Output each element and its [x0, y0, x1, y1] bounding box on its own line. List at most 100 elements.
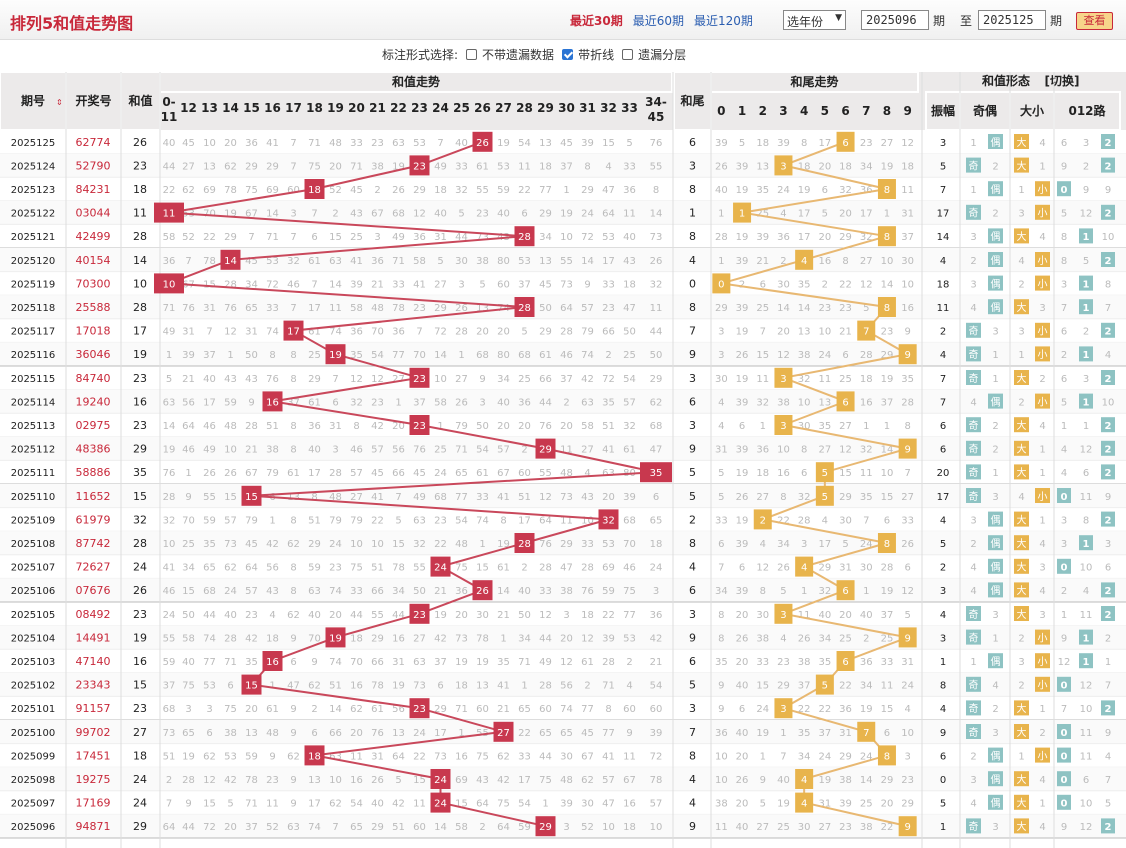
wei-point-label: 2	[760, 515, 766, 526]
svg-text:45: 45	[245, 539, 258, 550]
svg-text:70: 70	[182, 515, 195, 526]
svg-text:33: 33	[581, 539, 594, 550]
svg-text:71: 71	[163, 303, 176, 314]
svg-text:59: 59	[308, 563, 321, 574]
svg-text:46: 46	[182, 445, 195, 456]
svg-text:68: 68	[203, 586, 216, 597]
badge-odd: 奇	[969, 679, 979, 692]
svg-text:10: 10	[881, 468, 894, 479]
svg-text:28: 28	[455, 327, 468, 338]
svg-text:60: 60	[413, 822, 426, 833]
svg-text:18: 18	[455, 681, 468, 692]
svg-text:54: 54	[518, 138, 531, 149]
svg-text:6: 6	[311, 728, 317, 739]
svg-text:39: 39	[736, 586, 749, 597]
svg-text:13: 13	[245, 728, 258, 739]
svg-text:40: 40	[163, 138, 176, 149]
svg-text:29: 29	[308, 374, 321, 385]
svg-text:62: 62	[350, 704, 363, 715]
svg-text:4: 4	[1083, 586, 1089, 597]
svg-text:78: 78	[392, 563, 405, 574]
svg-text:61: 61	[581, 657, 594, 668]
svg-text:26: 26	[203, 468, 216, 479]
svg-text:10: 10	[602, 822, 615, 833]
svg-text:27: 27	[901, 492, 914, 503]
sum-col-1: 12	[180, 101, 197, 115]
svg-text:27: 27	[818, 822, 831, 833]
svg-text:58: 58	[455, 822, 468, 833]
svg-text:78: 78	[371, 681, 384, 692]
svg-text:72: 72	[266, 279, 279, 290]
badge-lu-0: 0	[1061, 185, 1068, 196]
badge-odd: 奇	[969, 702, 979, 715]
svg-text:75: 75	[182, 681, 195, 692]
svg-text:6: 6	[332, 397, 338, 408]
svg-text:75: 75	[623, 586, 636, 597]
svg-text:2: 2	[992, 421, 998, 432]
svg-text:24: 24	[650, 563, 663, 574]
svg-text:30: 30	[715, 374, 728, 385]
svg-text:64: 64	[392, 751, 405, 762]
svg-text:77: 77	[392, 350, 405, 361]
svg-text:34: 34	[777, 539, 790, 550]
svg-text:15: 15	[839, 468, 852, 479]
row-hewei: 0	[689, 277, 696, 290]
svg-text:80: 80	[497, 350, 510, 361]
row-kaijiang: 62774	[76, 136, 111, 149]
svg-text:19: 19	[881, 374, 894, 385]
row-zhenfu: 6	[940, 421, 946, 432]
svg-text:12: 12	[860, 279, 873, 290]
svg-text:35: 35	[602, 397, 615, 408]
row-kaijiang: 40154	[76, 254, 111, 267]
svg-text:2: 2	[311, 704, 317, 715]
svg-text:11: 11	[1080, 492, 1093, 503]
svg-text:26: 26	[777, 563, 790, 574]
svg-text:61: 61	[371, 704, 384, 715]
sum-point-label: 23	[413, 161, 426, 172]
svg-text:1: 1	[863, 586, 869, 597]
svg-text:15: 15	[881, 492, 894, 503]
svg-text:11: 11	[350, 751, 363, 762]
svg-text:29: 29	[839, 751, 852, 762]
svg-text:6: 6	[842, 350, 848, 361]
svg-text:36: 36	[518, 397, 531, 408]
svg-text:1: 1	[185, 468, 191, 479]
svg-text:31: 31	[392, 657, 405, 668]
row-zhenfu: 6	[940, 445, 946, 456]
svg-text:8: 8	[653, 185, 659, 196]
row-hezhi: 18	[133, 749, 147, 762]
svg-text:52: 52	[581, 822, 594, 833]
svg-text:36: 36	[245, 138, 258, 149]
row-hewei: 8	[689, 183, 696, 196]
svg-text:36: 36	[756, 445, 769, 456]
sum-col-14: 25	[453, 101, 470, 115]
svg-text:59: 59	[602, 586, 615, 597]
svg-text:1: 1	[992, 633, 998, 644]
svg-text:3: 3	[1061, 515, 1067, 526]
svg-text:9: 9	[290, 799, 296, 810]
row-kaijiang: 47140	[76, 655, 111, 668]
badge-big: 大	[1017, 820, 1027, 833]
row-qihao: 2025096	[11, 822, 56, 833]
svg-text:6: 6	[739, 421, 745, 432]
svg-text:39: 39	[736, 539, 749, 550]
row-hewei: 4	[689, 773, 696, 786]
svg-text:1: 1	[1039, 468, 1045, 479]
svg-text:30: 30	[455, 256, 468, 267]
svg-text:32: 32	[650, 279, 663, 290]
svg-text:6: 6	[1083, 468, 1089, 479]
svg-text:44: 44	[163, 161, 176, 172]
svg-text:71: 71	[392, 256, 405, 267]
row-kaijiang: 19240	[76, 395, 111, 408]
svg-text:22: 22	[203, 232, 216, 243]
svg-text:35: 35	[798, 728, 811, 739]
svg-text:42: 42	[245, 633, 258, 644]
svg-text:4: 4	[1018, 256, 1024, 267]
row-kaijiang: 36046	[76, 348, 111, 361]
svg-text:14: 14	[581, 256, 594, 267]
svg-text:72: 72	[434, 327, 447, 338]
svg-text:27: 27	[839, 421, 852, 432]
svg-text:20: 20	[881, 799, 894, 810]
svg-text:53: 53	[224, 751, 237, 762]
svg-text:4: 4	[626, 681, 632, 692]
